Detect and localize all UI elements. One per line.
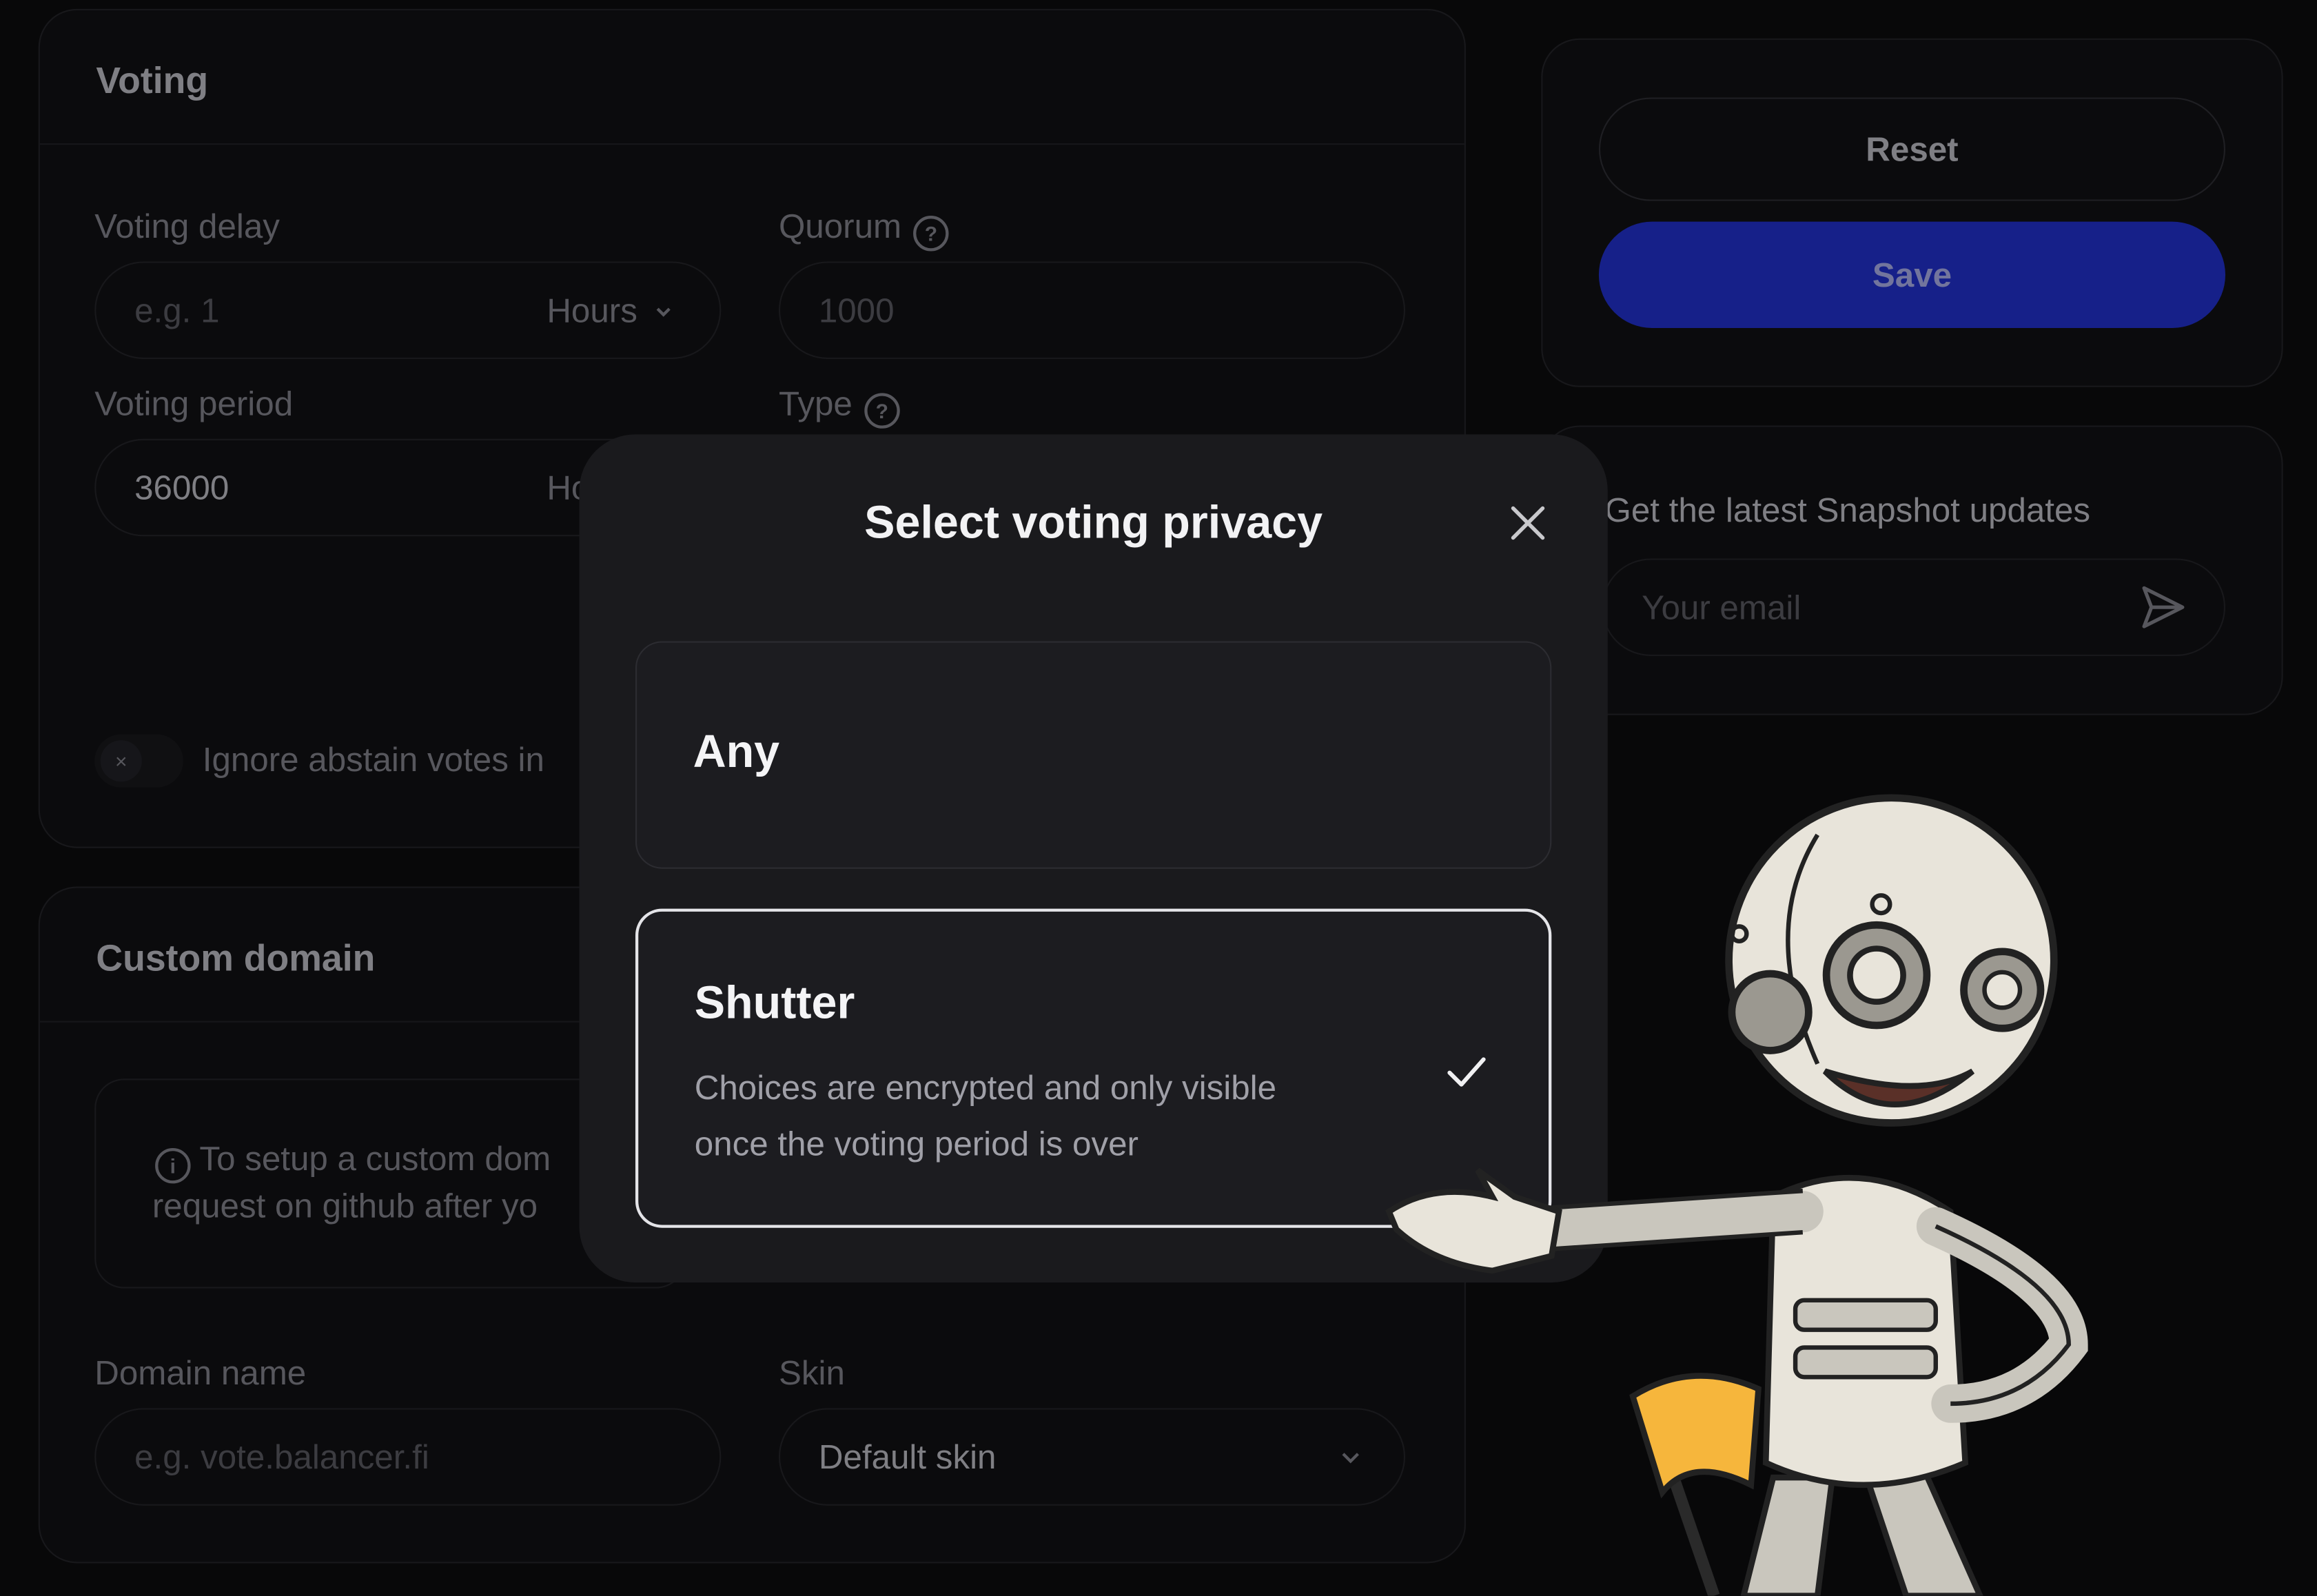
- option-description: Choices are encrypted and only visible o…: [695, 1059, 1374, 1172]
- option-description-line-2: once the voting period is over: [694, 1124, 1139, 1163]
- option-description-line-1: Choices are encrypted and only visible: [694, 1068, 1277, 1107]
- option-title: Any: [693, 725, 780, 777]
- close-icon[interactable]: [1504, 500, 1552, 547]
- robot-mascot-illustration: [1385, 794, 2088, 1596]
- modal-title: Select voting privacy: [864, 496, 1323, 549]
- option-title: Shutter: [694, 976, 855, 1029]
